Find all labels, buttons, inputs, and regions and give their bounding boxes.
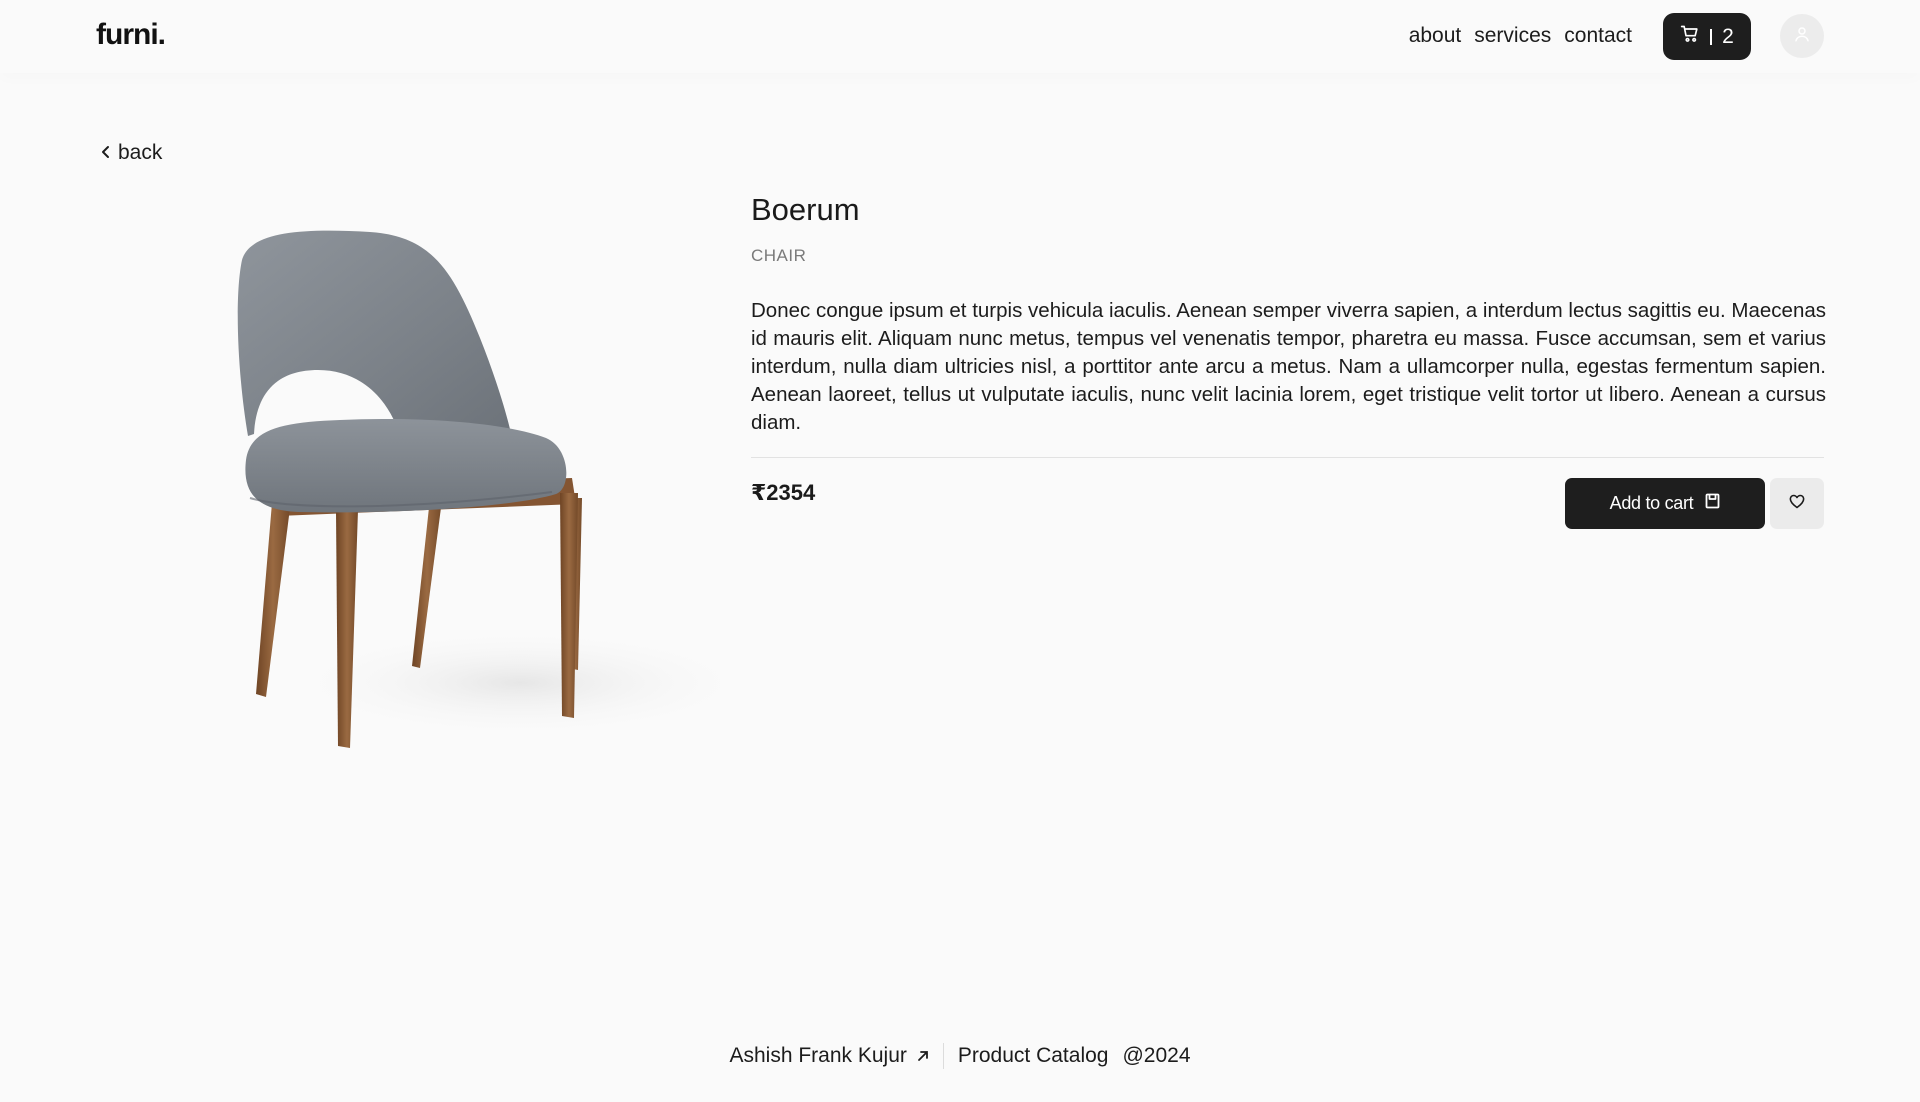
copyright-year: @2024 <box>1122 1044 1191 1067</box>
author-name: Ashish Frank Kujur <box>729 1044 907 1067</box>
save-icon <box>1705 493 1720 514</box>
nav-about[interactable]: about <box>1409 24 1462 48</box>
arrow-up-right-icon <box>917 1044 929 1068</box>
catalog-label: Product Catalog <box>957 1044 1109 1067</box>
cart-icon <box>1680 24 1700 50</box>
site-footer: Ashish Frank Kujur Product Catalog @2024 <box>0 1043 1920 1069</box>
add-to-cart-button[interactable]: Add to cart <box>1565 478 1765 529</box>
author-link[interactable]: Ashish Frank Kujur <box>729 1044 928 1068</box>
product-category: CHAIR <box>751 246 807 265</box>
main-nav: about services contact <box>1409 24 1632 48</box>
back-label: back <box>118 141 163 164</box>
product-image <box>190 198 760 766</box>
user-icon <box>1793 25 1811 48</box>
cart-separator <box>1710 28 1713 45</box>
chevron-left-icon <box>100 141 112 165</box>
product-title: Boerum <box>751 192 860 227</box>
nav-services[interactable]: services <box>1474 24 1551 48</box>
cart-button[interactable]: 2 <box>1663 13 1751 60</box>
product-description: Donec congue ipsum et turpis vehicula ia… <box>751 299 1826 434</box>
logo[interactable]: furni. <box>96 18 166 52</box>
product-price: ₹2354 <box>751 480 816 505</box>
site-header: furni. about services contact 2 <box>0 0 1920 73</box>
divider <box>751 457 1824 458</box>
nav-contact[interactable]: contact <box>1564 24 1632 48</box>
cart-count: 2 <box>1722 24 1734 48</box>
user-avatar-button[interactable] <box>1780 14 1824 58</box>
wishlist-button[interactable] <box>1770 478 1824 529</box>
heart-icon <box>1789 494 1805 514</box>
add-to-cart-label: Add to cart <box>1609 493 1694 513</box>
back-link[interactable]: back <box>100 141 162 165</box>
footer-separator <box>942 1043 944 1069</box>
